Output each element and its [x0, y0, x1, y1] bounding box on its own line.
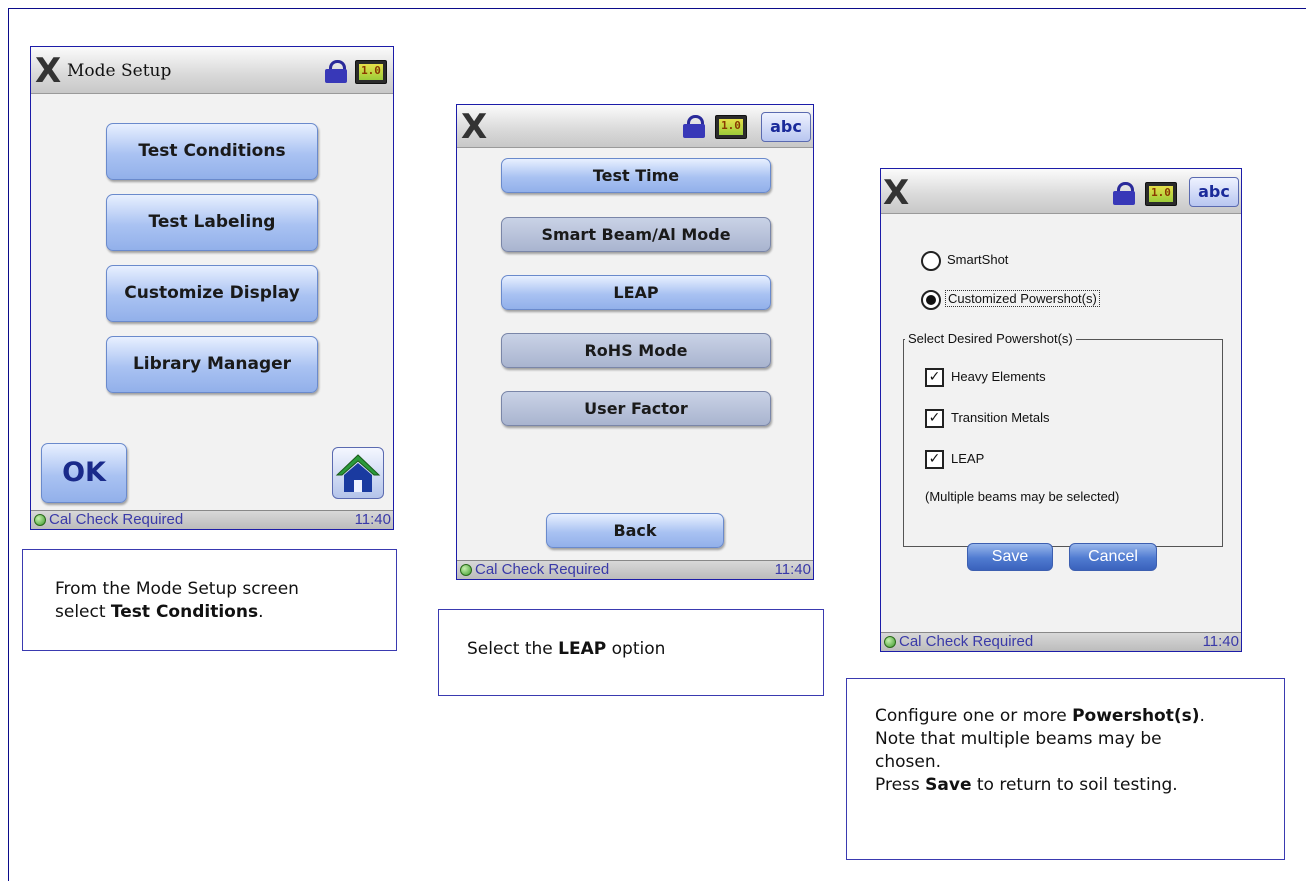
title-bar: X Mode Setup 1.0 [31, 47, 393, 94]
status-message: Cal Check Required [475, 561, 610, 578]
caption-text: From the Mode Setup screen [55, 579, 299, 599]
status-message: Cal Check Required [899, 633, 1034, 650]
customized-powershot-radio[interactable] [921, 290, 941, 310]
ok-button[interactable]: OK [41, 443, 127, 503]
test-labeling-button[interactable]: Test Labeling [106, 194, 318, 251]
smart-beam-al-mode-button[interactable]: Smart Beam/Al Mode [501, 217, 771, 252]
heavy-elements-checkbox[interactable]: ✓ [925, 368, 944, 387]
title-bar: X 1.0 abc [881, 169, 1241, 214]
transition-metals-label: Transition Metals [951, 410, 1050, 425]
caption-text: . [1199, 706, 1205, 726]
test-time-button[interactable]: Test Time [501, 158, 771, 193]
battery-icon: 1.0 [1145, 182, 1177, 206]
heavy-elements-label: Heavy Elements [951, 369, 1046, 384]
status-bar: Cal Check Required 11:40 [31, 510, 393, 529]
caption-powershot: Configure one or more Powershot(s). Note… [846, 678, 1285, 860]
caption-emphasis: LEAP [558, 639, 607, 659]
cancel-button[interactable]: Cancel [1069, 543, 1157, 571]
x-logo-icon: X [35, 51, 62, 91]
home-button[interactable] [332, 447, 384, 499]
caption-text: to return to soil testing. [971, 775, 1178, 795]
status-indicator-icon [34, 514, 46, 526]
lock-icon[interactable] [325, 60, 347, 83]
lock-icon[interactable] [1113, 182, 1135, 205]
caption-text: option [606, 639, 666, 659]
caption-text: select [55, 602, 111, 622]
caption-mode-setup: From the Mode Setup screen select Test C… [22, 549, 397, 651]
battery-icon: 1.0 [715, 115, 747, 139]
title-bar: X 1.0 abc [457, 105, 813, 148]
caption-emphasis: Save [925, 775, 972, 795]
x-logo-icon: X [883, 173, 910, 213]
leap-checkbox[interactable]: ✓ [925, 450, 944, 469]
powershot-config-screen: X 1.0 abc SmartShot Customized Powershot… [880, 168, 1242, 652]
status-message: Cal Check Required [49, 511, 184, 528]
smartshot-radio[interactable] [921, 251, 941, 271]
status-bar: Cal Check Required 11:40 [457, 560, 813, 579]
test-conditions-screen: X 1.0 abc Test Time Smart Beam/Al Mode L… [456, 104, 814, 580]
status-time: 11:40 [1202, 633, 1239, 650]
status-indicator-icon [884, 636, 896, 648]
keyboard-abc-button[interactable]: abc [761, 112, 811, 142]
library-manager-button[interactable]: Library Manager [106, 336, 318, 393]
user-factor-button[interactable]: User Factor [501, 391, 771, 426]
caption-text: Note that multiple beams may be [875, 729, 1162, 749]
caption-emphasis: Powershot(s) [1072, 706, 1200, 726]
caption-text: Configure one or more [875, 706, 1073, 726]
leap-label: LEAP [951, 451, 985, 466]
status-bar: Cal Check Required 11:40 [881, 632, 1241, 651]
caption-text: chosen. [875, 752, 942, 772]
status-indicator-icon [460, 564, 472, 576]
rohs-mode-button[interactable]: RoHS Mode [501, 333, 771, 368]
caption-text: Select the [467, 639, 559, 659]
frame-top-line [8, 8, 1306, 9]
mode-setup-screen: X Mode Setup 1.0 Test Conditions Test La… [30, 46, 394, 530]
status-time: 11:40 [774, 561, 811, 578]
x-logo-icon: X [461, 107, 488, 147]
smartshot-label: SmartShot [947, 252, 1009, 267]
lock-icon[interactable] [683, 115, 705, 138]
home-icon [335, 454, 381, 492]
save-button[interactable]: Save [967, 543, 1053, 571]
leap-button[interactable]: LEAP [501, 275, 771, 310]
customize-display-button[interactable]: Customize Display [106, 265, 318, 322]
group-label: Select Desired Powershot(s) [905, 331, 1076, 346]
back-button[interactable]: Back [546, 513, 724, 548]
caption-leap: Select the LEAP option [438, 609, 824, 696]
caption-text: Press [875, 775, 926, 795]
customized-powershot-label: Customized Powershot(s) [945, 290, 1100, 307]
caption-text: . [258, 602, 264, 622]
screen-title: Mode Setup [67, 61, 172, 81]
caption-emphasis: Test Conditions [110, 602, 259, 622]
battery-icon: 1.0 [355, 60, 387, 84]
transition-metals-checkbox[interactable]: ✓ [925, 409, 944, 428]
test-conditions-button[interactable]: Test Conditions [106, 123, 318, 180]
status-time: 11:40 [354, 511, 391, 528]
keyboard-abc-button[interactable]: abc [1189, 177, 1239, 207]
frame-left-line [8, 8, 9, 881]
multiple-beams-note: (Multiple beams may be selected) [925, 489, 1120, 504]
